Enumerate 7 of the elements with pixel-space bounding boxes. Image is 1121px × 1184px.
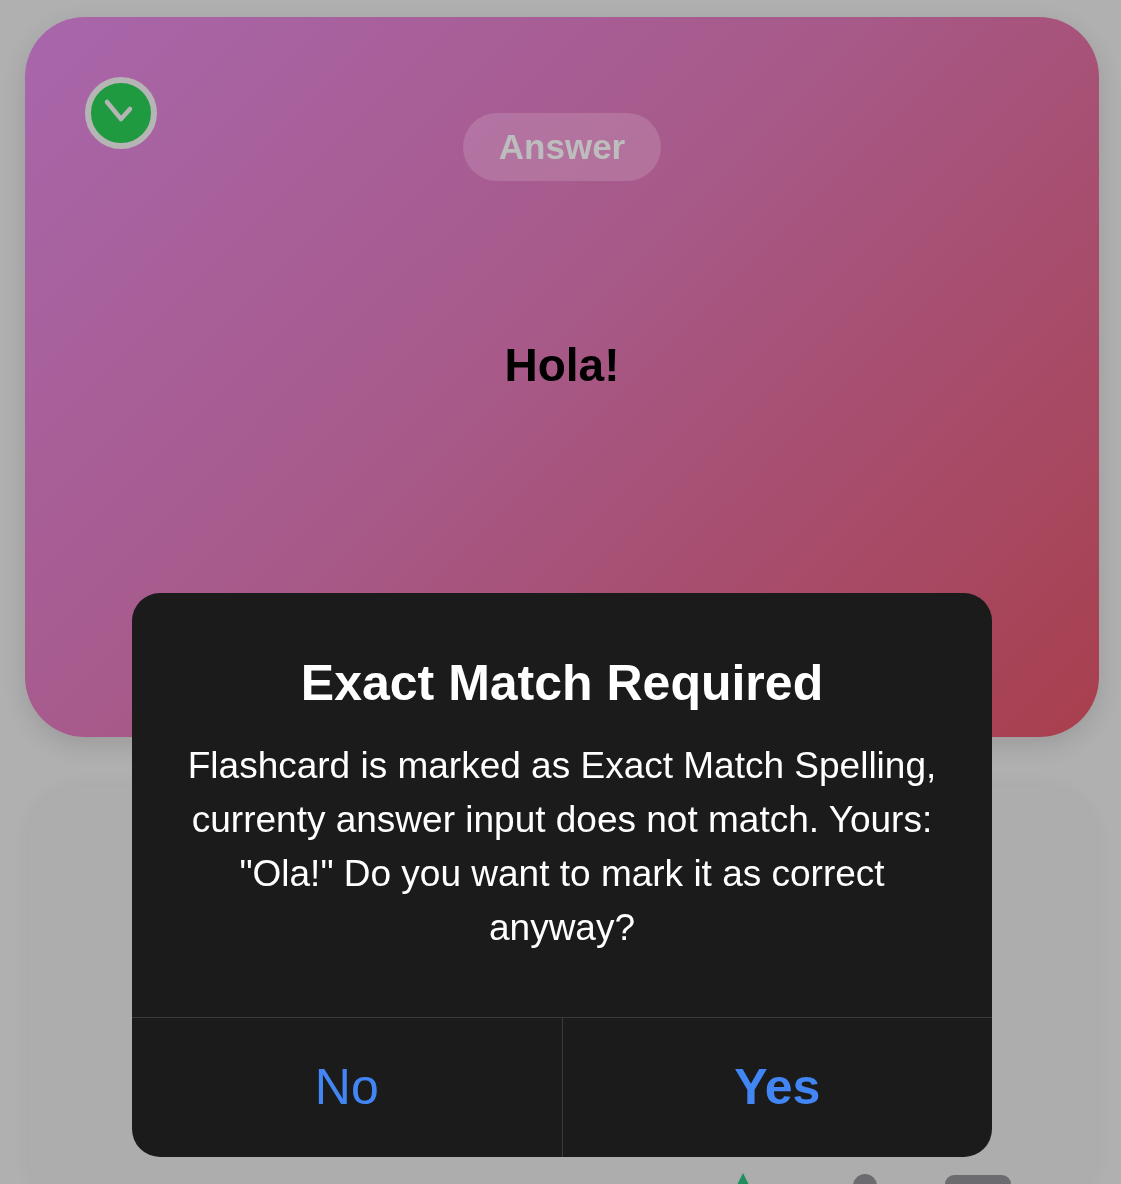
alert-title: Exact Match Required xyxy=(299,654,825,713)
no-button[interactable]: No xyxy=(132,1018,562,1157)
answer-label: Answer xyxy=(462,113,662,181)
yes-button[interactable]: Yes xyxy=(561,1018,992,1157)
card-text: Hola! xyxy=(504,338,620,393)
alert-message: Flashcard is marked as Exact Match Spelling, currenty answer input does not match. Yours: "Ola!" Do you want to mark it as correct anyway? xyxy=(186,744,938,950)
check-icon[interactable] xyxy=(85,77,157,149)
